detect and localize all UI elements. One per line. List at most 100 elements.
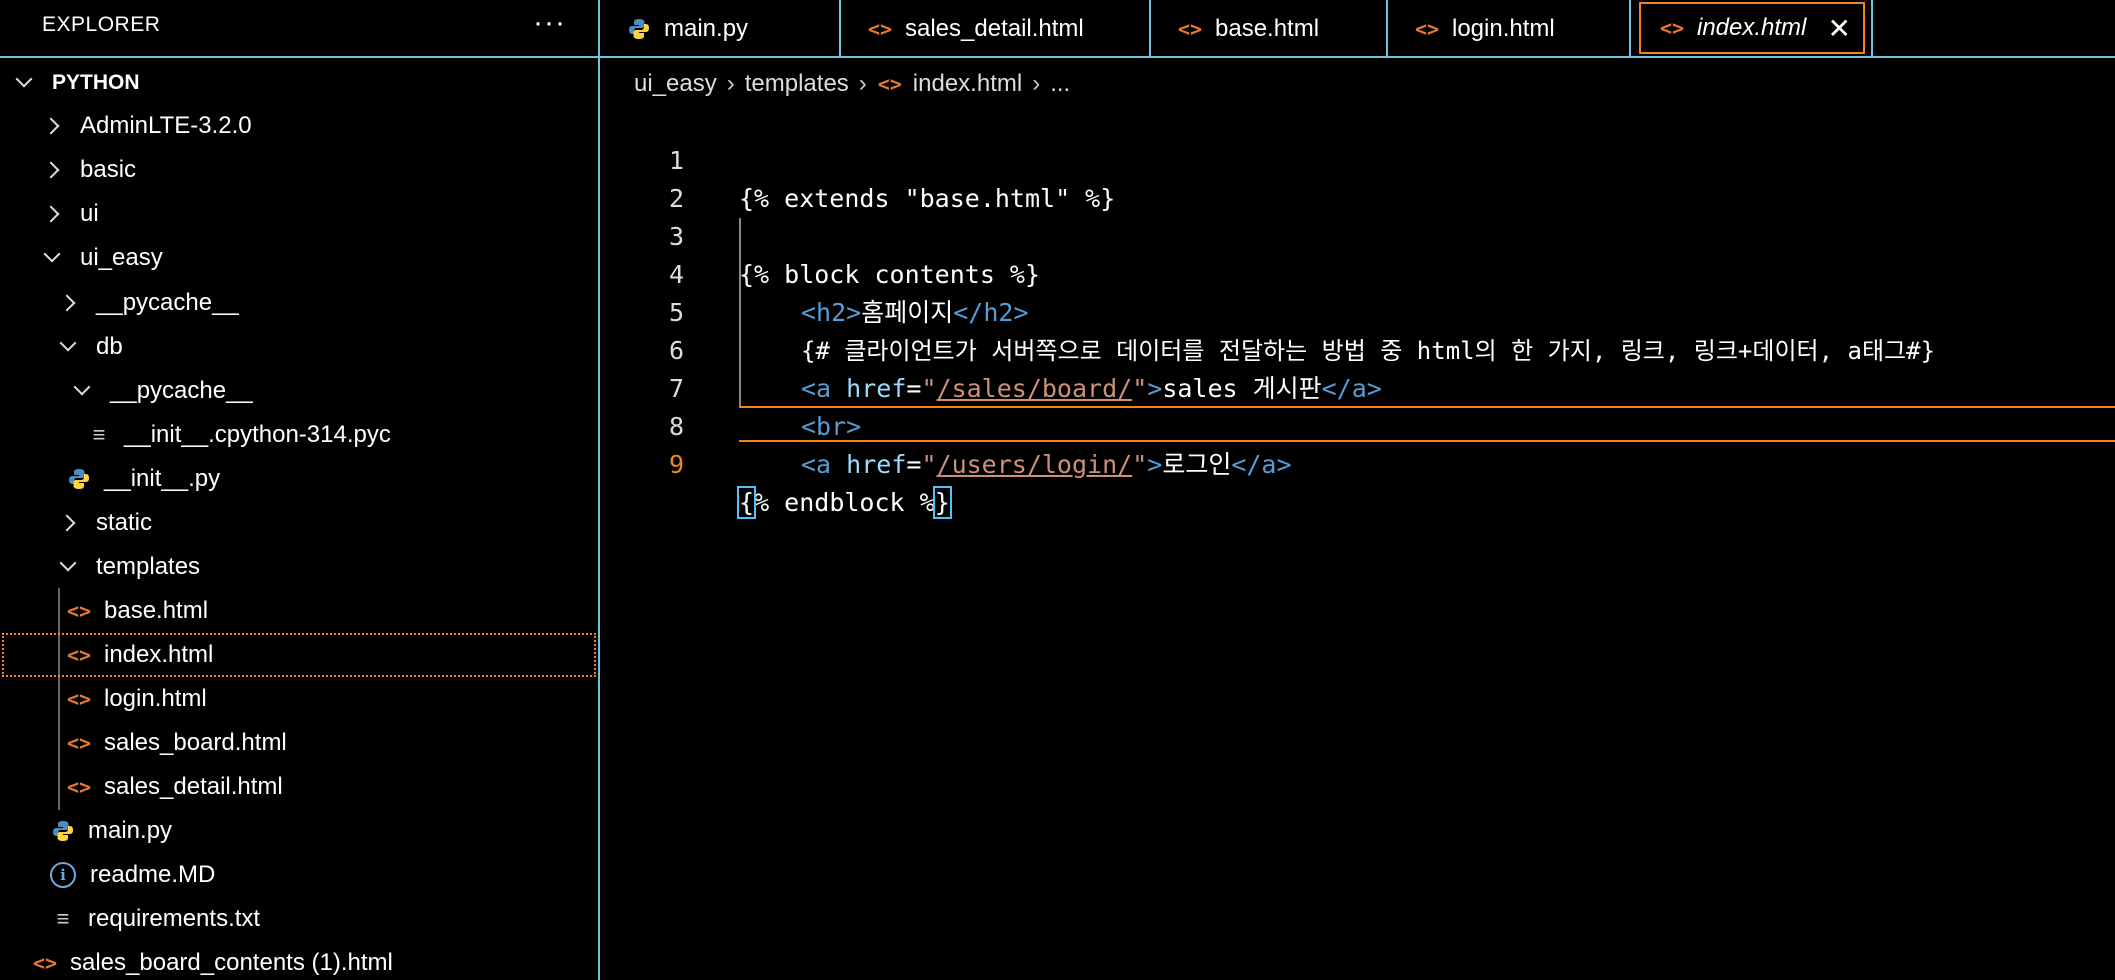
- tab-base-html[interactable]: <> base.html: [1151, 0, 1388, 58]
- attr-name: href: [846, 450, 907, 479]
- breadcrumb-item-templates[interactable]: templates: [745, 70, 849, 98]
- explorer-header: EXPLORER ···: [0, 0, 598, 58]
- tree-item-label: readme.MD: [90, 861, 216, 888]
- tab-main-py[interactable]: main.py: [600, 0, 841, 58]
- tree-item-label: ui_easy: [80, 244, 163, 271]
- workspace-label: PYTHON: [52, 71, 140, 94]
- chevron-right-icon: ›: [1032, 70, 1041, 97]
- chevron-right-icon: [42, 156, 62, 184]
- tree-item-label: templates: [96, 553, 201, 580]
- tree-item-label: __init__.py: [104, 465, 221, 492]
- tab-label: main.py: [664, 15, 749, 42]
- tree-item-label: requirements.txt: [88, 905, 261, 932]
- tab-login-html[interactable]: <> login.html: [1388, 0, 1631, 58]
- tree-item-label: AdminLTE-3.2.0: [80, 112, 252, 139]
- breadcrumb: ui_easy › templates › <> index.html › ..…: [634, 64, 1070, 104]
- breadcrumb-item-index-html[interactable]: index.html: [913, 70, 1022, 98]
- breadcrumb-item-ellipsis[interactable]: ...: [1050, 70, 1070, 98]
- html-file-icon: <>: [1659, 16, 1685, 40]
- python-file-icon: [626, 18, 652, 41]
- chevron-down-icon: [58, 553, 78, 581]
- tree-item-db[interactable]: db: [2, 325, 596, 369]
- tree-item-init-pyc[interactable]: ≡ __init__.cpython-314.pyc: [2, 413, 596, 457]
- tag-content: 로그인: [1162, 450, 1232, 479]
- explorer-title: EXPLORER: [42, 13, 161, 36]
- tree-item-init-py[interactable]: __init__.py: [2, 457, 596, 501]
- workspace-section-python[interactable]: PYTHON: [2, 61, 596, 105]
- tree-item-main-py[interactable]: main.py: [2, 809, 596, 853]
- tree-item-pycache[interactable]: __pycache__: [2, 281, 596, 325]
- code-line-3: 3 {% block contents %}: [602, 180, 2115, 289]
- tree-item-label: main.py: [88, 817, 173, 844]
- code-text-mid: % endblock %: [754, 488, 935, 517]
- tree-item-ui[interactable]: ui: [2, 192, 596, 236]
- tree-item-label: login.html: [104, 685, 207, 712]
- text-file-icon: ≡: [92, 422, 106, 447]
- tree-item-templates[interactable]: templates: [2, 545, 596, 589]
- tab-label: base.html: [1215, 15, 1320, 42]
- more-actions-icon[interactable]: ···: [533, 6, 566, 40]
- quote: ": [1132, 450, 1148, 479]
- tree-item-basic[interactable]: basic: [2, 148, 596, 192]
- tab-label: sales_detail.html: [905, 15, 1084, 42]
- html-file-icon: <>: [66, 687, 92, 711]
- code-line-2: 2: [602, 142, 2115, 213]
- tree-item-index-html[interactable]: <> index.html: [2, 633, 596, 677]
- chevron-down-icon: [42, 244, 62, 272]
- tree-item-static[interactable]: static: [2, 501, 596, 545]
- chevron-right-icon: ›: [726, 70, 735, 97]
- bracket-match: }: [932, 486, 952, 519]
- tree-item-label: index.html: [104, 641, 214, 668]
- code-line-6: 6 <a href="/sales/board/">sales 게시판</a>: [602, 294, 2115, 403]
- code-editor[interactable]: 1 {% extends "base.html" %} 2 3 {% block…: [602, 104, 2115, 980]
- code-text: {% endblock %}: [736, 484, 952, 522]
- python-file-icon: [50, 820, 76, 843]
- tab-divider: [1871, 0, 1873, 58]
- code-line-1: 1 {% extends "base.html" %}: [602, 104, 2115, 213]
- tree-item-sales-detail-html[interactable]: <> sales_detail.html: [2, 765, 596, 809]
- tab-label: login.html: [1452, 15, 1555, 42]
- chevron-down-icon: [14, 69, 34, 97]
- python-file-icon: [66, 468, 92, 491]
- tree-item-label: ui: [80, 200, 99, 227]
- tree-item-label: db: [96, 333, 123, 360]
- code-line-5: 5 {# 클라이언트가 서버쪽으로 데이터를 전달하는 방법 중 html의 한…: [602, 256, 2115, 365]
- tab-label: index.html: [1697, 14, 1807, 41]
- attr-eq: =: [906, 450, 922, 479]
- line-number-current: 9: [668, 450, 684, 479]
- tree-item-label: sales_detail.html: [104, 773, 283, 800]
- tree-item-adminlte[interactable]: AdminLTE-3.2.0: [2, 104, 596, 148]
- tree-item-label: sales_board.html: [104, 729, 287, 756]
- tree-item-sales-board-contents[interactable]: <> sales_board_contents (1).html: [2, 941, 596, 980]
- tree-item-label: sales_board_contents (1).html: [70, 949, 393, 976]
- tree-item-requirements[interactable]: ≡ requirements.txt: [2, 897, 596, 941]
- breadcrumb-item-ui-easy[interactable]: ui_easy: [634, 70, 717, 98]
- quote: ": [921, 450, 937, 479]
- chevron-right-icon: ›: [858, 70, 867, 97]
- tree-item-label: basic: [80, 156, 137, 183]
- tab-sales-detail-html[interactable]: <> sales_detail.html: [841, 0, 1151, 58]
- close-icon[interactable]: ✕: [1828, 12, 1851, 45]
- code-text: <a href="/users/login/">로그인</a>: [801, 446, 1292, 484]
- tree-item-readme[interactable]: i readme.MD: [2, 853, 596, 897]
- tree-item-label: __init__.cpython-314.pyc: [124, 421, 391, 448]
- tree-item-ui-easy[interactable]: ui_easy: [2, 236, 596, 280]
- tree-item-label: static: [96, 509, 153, 536]
- tree-item-label: __pycache__: [96, 289, 239, 316]
- html-file-icon: <>: [1414, 17, 1440, 41]
- chevron-down-icon: [58, 333, 78, 361]
- chevron-right-icon: [42, 112, 62, 140]
- bracket-match: {: [736, 486, 757, 519]
- tree-item-base-html[interactable]: <> base.html: [2, 589, 596, 633]
- link-url[interactable]: /users/login/: [937, 450, 1133, 479]
- html-file-icon: <>: [66, 731, 92, 755]
- code-line-7: 7 <br>: [602, 332, 2115, 441]
- html-file-icon: <>: [1177, 17, 1203, 41]
- tree-item-label: __pycache__: [110, 377, 253, 404]
- explorer-sidebar: EXPLORER ··· PYTHON AdminLTE-3.2.0 basic…: [0, 0, 600, 980]
- tree-item-label: base.html: [104, 597, 209, 624]
- tree-item-db-pycache[interactable]: __pycache__: [2, 369, 596, 413]
- tab-index-html[interactable]: <> index.html ✕: [1639, 2, 1865, 54]
- tree-item-login-html[interactable]: <> login.html: [2, 677, 596, 721]
- tree-item-sales-board-html[interactable]: <> sales_board.html: [2, 721, 596, 765]
